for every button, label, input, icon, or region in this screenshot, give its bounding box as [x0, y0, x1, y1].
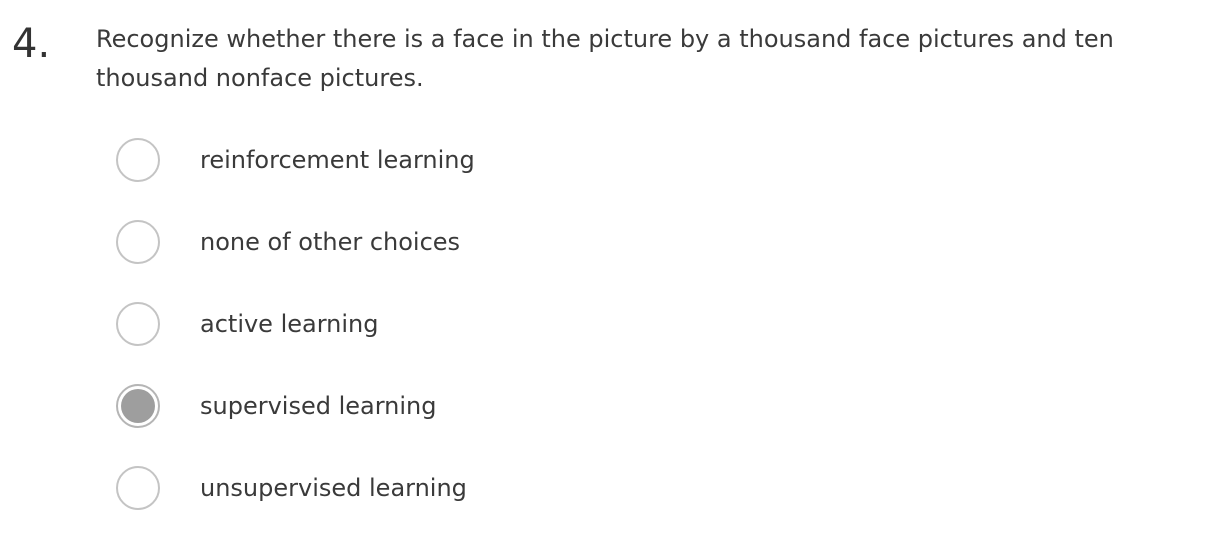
radio-button[interactable] — [116, 138, 160, 182]
radio-button[interactable] — [116, 220, 160, 264]
question-text: Recognize whether there is a face in the… — [96, 25, 1114, 92]
option-supervised-learning[interactable]: supervised learning — [116, 384, 475, 428]
option-reinforcement-learning[interactable]: reinforcement learning — [116, 138, 475, 182]
option-active-learning[interactable]: active learning — [116, 302, 475, 346]
option-unsupervised-learning[interactable]: unsupervised learning — [116, 466, 475, 510]
option-label: unsupervised learning — [200, 474, 467, 502]
question-number: 4. — [12, 21, 51, 67]
radio-button[interactable] — [116, 466, 160, 510]
option-label: none of other choices — [200, 228, 461, 256]
option-label: active learning — [200, 310, 379, 338]
question-block: 4. Recognize whether there is a face in … — [0, 0, 1210, 542]
answer-options: reinforcement learning none of other cho… — [116, 138, 475, 510]
option-label: reinforcement learning — [200, 146, 475, 174]
radio-button[interactable] — [116, 302, 160, 346]
radio-dot — [121, 389, 155, 423]
option-label: supervised learning — [200, 392, 437, 420]
radio-button[interactable] — [116, 384, 160, 428]
option-none-of-other-choices[interactable]: none of other choices — [116, 220, 475, 264]
